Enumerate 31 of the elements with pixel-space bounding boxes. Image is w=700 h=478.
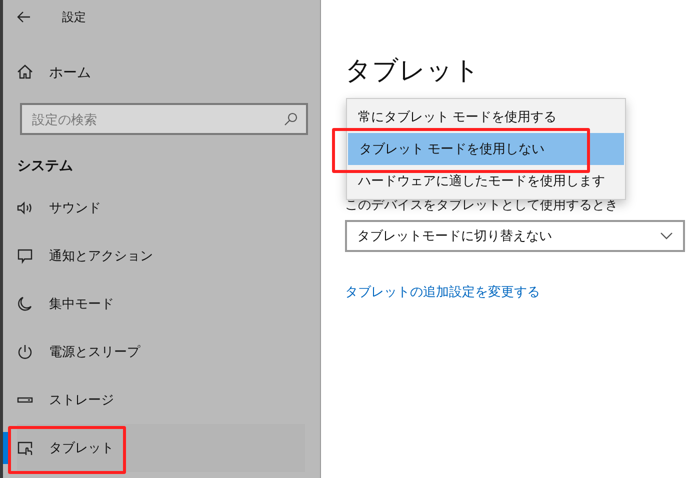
- sidebar-item[interactable]: サウンド: [17, 184, 305, 232]
- search-icon: [284, 112, 298, 126]
- sidebar-item[interactable]: 通知とアクション: [17, 232, 305, 280]
- back-icon[interactable]: [17, 11, 31, 23]
- menu-option[interactable]: ハードウェアに適したモードを使用します: [347, 165, 625, 197]
- settings-link[interactable]: タブレットの追加設定を変更する: [345, 282, 540, 302]
- sidebar-item[interactable]: 電源とスリープ: [17, 328, 305, 376]
- tablet-icon: [17, 440, 33, 456]
- message-icon: [17, 248, 33, 264]
- mode-dropdown[interactable]: タブレットモードに切り替えない: [345, 220, 685, 252]
- sidebar-item-label: タブレット: [49, 439, 114, 458]
- page-title: タブレット: [345, 54, 481, 87]
- speaker-icon: [17, 200, 33, 216]
- home-link[interactable]: ホーム: [49, 62, 91, 82]
- sidebar-item-label: ストレージ: [49, 391, 114, 410]
- menu-option[interactable]: タブレット モードを使用しない: [348, 133, 624, 165]
- power-icon: [17, 344, 33, 360]
- sidebar-item-label: 電源とスリープ: [49, 343, 140, 362]
- sidebar-item[interactable]: 集中モード: [17, 280, 305, 328]
- home-icon: [17, 64, 33, 80]
- menu-option[interactable]: 常にタブレット モードを使用する: [347, 101, 625, 133]
- sidebar-item-label: 通知とアクション: [49, 247, 153, 266]
- section-heading: システム: [17, 156, 74, 175]
- window-title: 設定: [62, 9, 86, 26]
- sidebar-item-label: 集中モード: [49, 295, 114, 314]
- sidebar-item-label: サウンド: [49, 199, 101, 218]
- chevron-down-icon: [660, 232, 673, 240]
- moon-icon: [17, 296, 33, 312]
- selection-indicator: [3, 432, 8, 464]
- sidebar-item[interactable]: ストレージ: [17, 376, 305, 424]
- search-field[interactable]: 設定の検索: [20, 103, 308, 135]
